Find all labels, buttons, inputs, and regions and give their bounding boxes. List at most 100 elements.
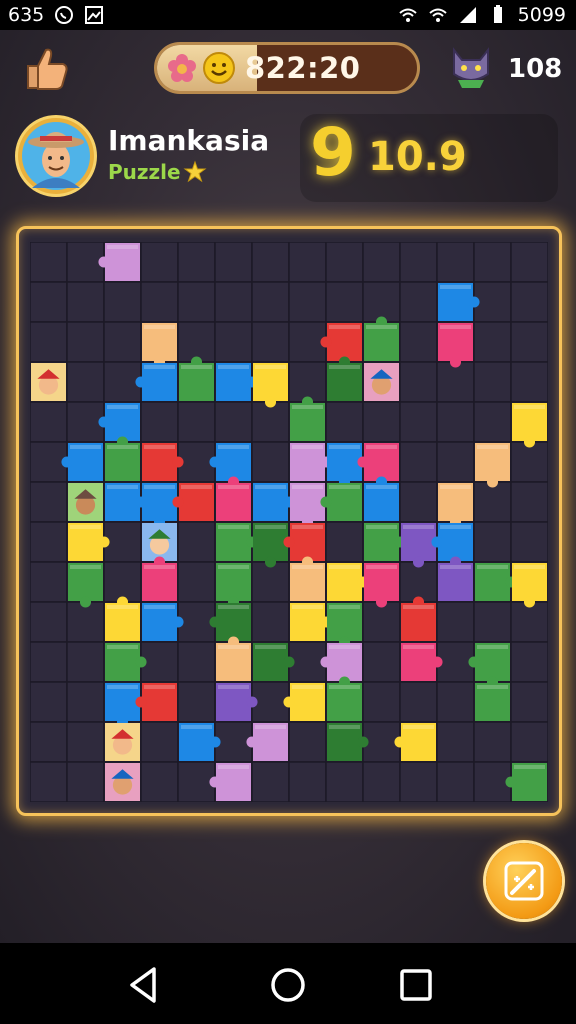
board-cell[interactable] [399,441,438,483]
board-cell[interactable] [325,401,364,443]
board-cell[interactable] [399,561,438,603]
board-cell[interactable] [436,242,475,283]
board-cell[interactable] [30,321,68,363]
board-cell[interactable] [251,761,290,802]
board-cell[interactable] [30,281,68,323]
board-cell[interactable] [177,281,216,323]
board-cell[interactable] [288,281,327,323]
board-cell[interactable] [140,281,179,323]
thumbs-up-icon[interactable] [18,40,74,96]
board-cell[interactable] [473,481,512,523]
board-cell[interactable] [140,401,179,443]
board-cell[interactable] [510,721,548,763]
board-cell[interactable] [362,681,401,723]
puzzle-piece[interactable] [327,356,362,401]
character-piece[interactable] [31,363,66,401]
board-cell[interactable] [473,242,512,283]
home-icon[interactable] [264,961,312,1009]
character-piece[interactable] [105,763,140,801]
board-cell[interactable] [140,242,179,283]
board-cell[interactable] [399,281,438,323]
board-cell[interactable] [399,681,438,723]
board-cell[interactable] [66,681,105,723]
board-cell[interactable] [251,321,290,363]
puzzle-piece[interactable] [142,323,177,368]
board-cell[interactable] [362,601,401,643]
puzzle-piece[interactable] [327,603,362,648]
puzzle-piece[interactable] [142,556,177,601]
puzzle-piece[interactable] [290,556,325,601]
puzzle-piece[interactable] [364,316,399,361]
board-cell[interactable] [30,641,68,683]
puzzle-piece[interactable] [105,436,140,481]
puzzle-piece[interactable] [327,676,362,721]
board-cell[interactable] [399,481,438,523]
board-cell[interactable] [362,242,401,283]
puzzle-piece[interactable] [438,483,473,528]
board-cell[interactable] [362,641,401,683]
board-cell[interactable] [214,321,253,363]
puzzle-piece[interactable] [216,563,251,608]
board-cell[interactable] [30,561,68,603]
board-cell[interactable] [399,321,438,363]
board-cell[interactable] [214,721,253,763]
board-cell[interactable] [30,242,68,283]
puzzle-piece[interactable] [105,596,140,641]
board-cell[interactable] [362,281,401,323]
board-cell[interactable] [66,601,105,643]
board-cell[interactable] [399,242,438,283]
board-cell[interactable] [251,561,290,603]
board-cell[interactable] [177,761,216,802]
board-cell[interactable] [66,281,105,323]
board-cell[interactable] [436,761,475,802]
board-cell[interactable] [325,521,364,563]
board-cell[interactable] [103,561,142,603]
board-cell[interactable] [66,721,105,763]
board-cell[interactable] [399,401,438,443]
board-cell[interactable] [30,721,68,763]
board-cell[interactable] [30,521,68,563]
puzzle-piece[interactable] [253,363,288,408]
board-cell[interactable] [436,361,475,403]
board-cell[interactable] [66,401,105,443]
puzzle-piece[interactable] [327,443,362,488]
puzzle-piece[interactable] [179,356,214,401]
puzzle-piece[interactable] [216,476,251,521]
puzzle-piece[interactable] [290,483,325,528]
board-cell[interactable] [214,401,253,443]
puzzle-piece[interactable] [438,556,473,601]
back-icon[interactable] [120,961,168,1009]
hint-button[interactable] [486,843,562,919]
board-cell[interactable] [140,641,179,683]
board-cell[interactable] [436,441,475,483]
board-cell[interactable] [436,401,475,443]
board-cell[interactable] [510,641,548,683]
board-cell[interactable] [66,641,105,683]
puzzle-piece[interactable] [290,396,325,441]
board-cell[interactable] [66,242,105,283]
puzzle-piece[interactable] [68,563,103,608]
board-cell[interactable] [510,601,548,643]
character-piece[interactable] [105,723,140,761]
board-cell[interactable] [177,321,216,363]
board-cell[interactable] [140,721,179,763]
board-cell[interactable] [473,521,512,563]
avatar[interactable] [18,118,94,194]
board-cell[interactable] [177,242,216,283]
board-cell[interactable] [30,681,68,723]
puzzle-piece[interactable] [475,676,510,721]
puzzle-piece[interactable] [512,403,547,448]
board-cell[interactable] [177,441,216,483]
board-cell[interactable] [251,601,290,643]
board-cell[interactable] [473,361,512,403]
board-cell[interactable] [30,601,68,643]
board-cell[interactable] [288,361,327,403]
puzzle-piece[interactable] [364,563,399,608]
board-cell[interactable] [473,401,512,443]
board-cell[interactable] [510,361,548,403]
board-cell[interactable] [30,401,68,443]
board-cell[interactable] [251,441,290,483]
board-cell[interactable] [177,681,216,723]
board-cell[interactable] [251,401,290,443]
board-cell[interactable] [103,321,142,363]
